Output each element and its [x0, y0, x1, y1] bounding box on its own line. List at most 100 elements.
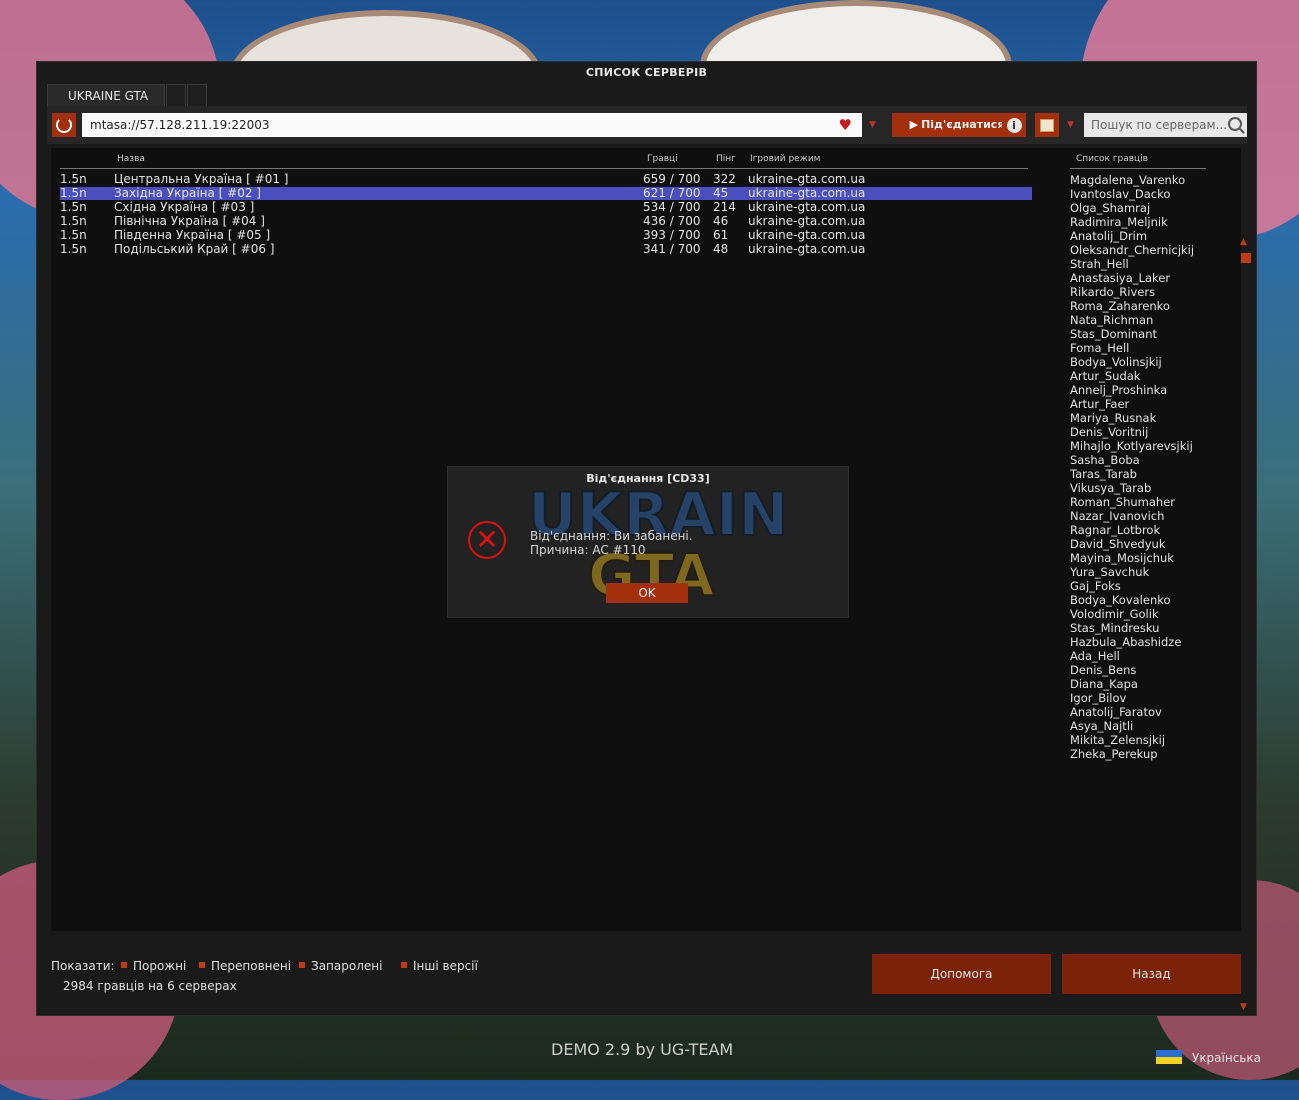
player-list-item[interactable]: David_Shvedyuk [1070, 537, 1165, 551]
tab-empty[interactable] [187, 84, 208, 106]
player-list-item[interactable]: Mikita_Zelensjkij [1070, 733, 1165, 747]
player-list-item[interactable]: Rikardo_Rivers [1070, 285, 1155, 299]
favourite-heart-icon[interactable]: ♥ [839, 118, 852, 133]
player-list-item[interactable]: Diana_Kapa [1070, 677, 1138, 691]
player-list-item[interactable]: Anastasiya_Laker [1070, 271, 1170, 285]
ok-button[interactable]: OK [606, 583, 688, 603]
tab-ukraine-gta[interactable]: UKRAINE GTA [47, 84, 166, 106]
player-list-item[interactable]: Igor_Bilov [1070, 691, 1126, 705]
player-list-item[interactable]: Taras_Tarab [1070, 467, 1137, 481]
checkbox-icon [299, 962, 305, 968]
player-list-item[interactable]: Mayina_Mosijchuk [1070, 551, 1174, 565]
header-players[interactable]: Гравці [647, 154, 678, 168]
player-list-item[interactable]: Sasha_Boba [1070, 453, 1140, 467]
cell-ping: 322 [713, 172, 736, 186]
player-list-header: Список гравців [1076, 154, 1148, 164]
player-list-item[interactable]: Artur_Faer [1070, 397, 1129, 411]
player-list-item[interactable]: Nazar_Ivanovich [1070, 509, 1164, 523]
scroll-down-icon[interactable]: ▼ [1240, 1002, 1247, 1012]
player-list-item[interactable]: Mihajlo_Kotlyarevsjkij [1070, 439, 1193, 453]
dialog-message: Від'єднання: Ви забанені. [530, 529, 693, 543]
player-list-item[interactable]: Magdalena_Varenko [1070, 173, 1185, 187]
back-button[interactable]: Назад [1062, 954, 1241, 994]
player-list-item[interactable]: Radimira_Meljnik [1070, 215, 1168, 229]
header-ping[interactable]: Пінг [716, 154, 736, 168]
table-row[interactable]: 1.5n Південна Україна [ #05 ] 393 / 700 61 u… [60, 229, 1032, 242]
player-list-item[interactable]: Denis_Bens [1070, 663, 1136, 677]
filter-locked-label: Запаролені [311, 959, 383, 973]
refresh-button[interactable] [52, 113, 76, 137]
address-dropdown-icon[interactable]: ▼ [869, 120, 876, 130]
cell-mode: ukraine-gta.com.ua [748, 186, 866, 200]
connect-label: Під'єднатися [921, 118, 1005, 131]
cell-name: Південна Україна [ #05 ] [114, 228, 271, 242]
window-title: СПИСОК СЕРВЕРІВ [585, 66, 708, 79]
help-button[interactable]: Допомога [872, 954, 1051, 994]
info-button[interactable]: i [1002, 113, 1026, 137]
player-list-item[interactable]: Nata_Richman [1070, 313, 1153, 327]
player-list-item[interactable]: Mariya_Rusnak [1070, 411, 1156, 425]
player-list-item[interactable]: Vikusya_Tarab [1070, 481, 1151, 495]
version-footer: DEMO 2.9 by UG-TEAM [551, 1040, 734, 1059]
filter-other-versions-label: Інші версії [413, 959, 478, 973]
filter-other-versions[interactable]: Інші версії [401, 959, 478, 973]
player-list-item[interactable]: Ada_Hell [1070, 649, 1120, 663]
player-list-item[interactable]: Stas_Dominant [1070, 327, 1157, 341]
info-icon: i [1006, 117, 1022, 133]
player-list-item[interactable]: Anatolij_Drim [1070, 229, 1147, 243]
table-row[interactable]: 1.5n Центральна Україна [ #01 ] 659 / 700 3… [60, 173, 1032, 186]
player-list-item[interactable]: Ragnar_Lotbrok [1070, 523, 1160, 537]
player-list-item[interactable]: Gaj_Foks [1070, 579, 1121, 593]
address-input[interactable]: mtasa://57.128.211.19:22003 ♥ [82, 113, 862, 137]
player-list-item[interactable]: Roma_Zaharenko [1070, 299, 1170, 313]
player-list-item[interactable]: Asya_Najtli [1070, 719, 1133, 733]
player-list-item[interactable]: Roman_Shumaher [1070, 495, 1175, 509]
player-list-item[interactable]: Strah_Hell [1070, 257, 1129, 271]
checkbox-icon [199, 962, 205, 968]
table-row[interactable]: 1.5n Східна Україна [ #03 ] 534 / 700 214 uk… [60, 201, 1032, 214]
filters-label: Показати: [51, 959, 115, 973]
cell-version: 1.5n [60, 228, 87, 242]
header-mode[interactable]: Ігровий режим [750, 154, 820, 168]
filter-empty[interactable]: Порожні [121, 959, 186, 973]
filter-full[interactable]: Переповнені [199, 959, 291, 973]
player-list-item[interactable]: Volodimir_Golik [1070, 607, 1159, 621]
scrollbar-thumb[interactable] [1241, 253, 1251, 263]
filter-full-label: Переповнені [211, 959, 292, 973]
table-row[interactable]: 1.5n Подільський Край [ #06 ] 341 / 700 48 u… [60, 243, 1032, 256]
cell-ping: 45 [713, 186, 729, 200]
player-list-item[interactable]: Denis_Voritnij [1070, 425, 1148, 439]
player-list-item[interactable]: Hazbula_Abashidze [1070, 635, 1181, 649]
player-list-item[interactable]: Stas_Mindresku [1070, 621, 1159, 635]
scroll-up-icon[interactable]: ▲ [1240, 237, 1247, 247]
language-selector[interactable]: Українська [1156, 1050, 1261, 1065]
player-list-item[interactable]: Ivantoslav_Dacko [1070, 187, 1170, 201]
checkbox-icon [121, 962, 127, 968]
player-list-item[interactable]: Bodya_Volinsjkij [1070, 355, 1162, 369]
player-count-status: 2984 гравців на 6 серверах [63, 979, 237, 993]
player-list-item[interactable]: Olga_Shamraj [1070, 201, 1150, 215]
search-icon[interactable] [1228, 117, 1242, 131]
cell-mode: ukraine-gta.com.ua [748, 242, 866, 256]
player-list-item[interactable]: Oleksandr_Chernicjkij [1070, 243, 1194, 257]
header-divider [60, 168, 1028, 169]
favourites-button[interactable] [1035, 113, 1059, 137]
player-list-item[interactable]: Yura_Savchuk [1070, 565, 1149, 579]
refresh-icon [56, 117, 72, 133]
filter-locked[interactable]: Запаролені [299, 959, 382, 973]
player-list-item[interactable]: Bodya_Kovalenko [1070, 593, 1171, 607]
favourites-dropdown-icon[interactable]: ▼ [1067, 120, 1074, 130]
language-label: Українська [1192, 1051, 1261, 1065]
tab-empty[interactable] [166, 84, 187, 106]
header-name[interactable]: Назва [117, 154, 145, 168]
table-row[interactable]: 1.5n Північна Україна [ #04 ] 436 / 700 46 u… [60, 215, 1032, 228]
player-list-item[interactable]: Anatolij_Faratov [1070, 705, 1162, 719]
cell-version: 1.5n [60, 214, 87, 228]
player-list-item[interactable]: Annelj_Proshinka [1070, 383, 1167, 397]
cell-version: 1.5n [60, 186, 87, 200]
player-list-item[interactable]: Zheka_Perekup [1070, 747, 1158, 761]
search-input[interactable]: Пошук по серверам... [1084, 113, 1247, 137]
player-list-item[interactable]: Foma_Hell [1070, 341, 1129, 355]
table-row[interactable]: 1.5n Західна Україна [ #02 ] 621 / 700 45 uk… [60, 187, 1032, 200]
player-list-item[interactable]: Artur_Sudak [1070, 369, 1140, 383]
